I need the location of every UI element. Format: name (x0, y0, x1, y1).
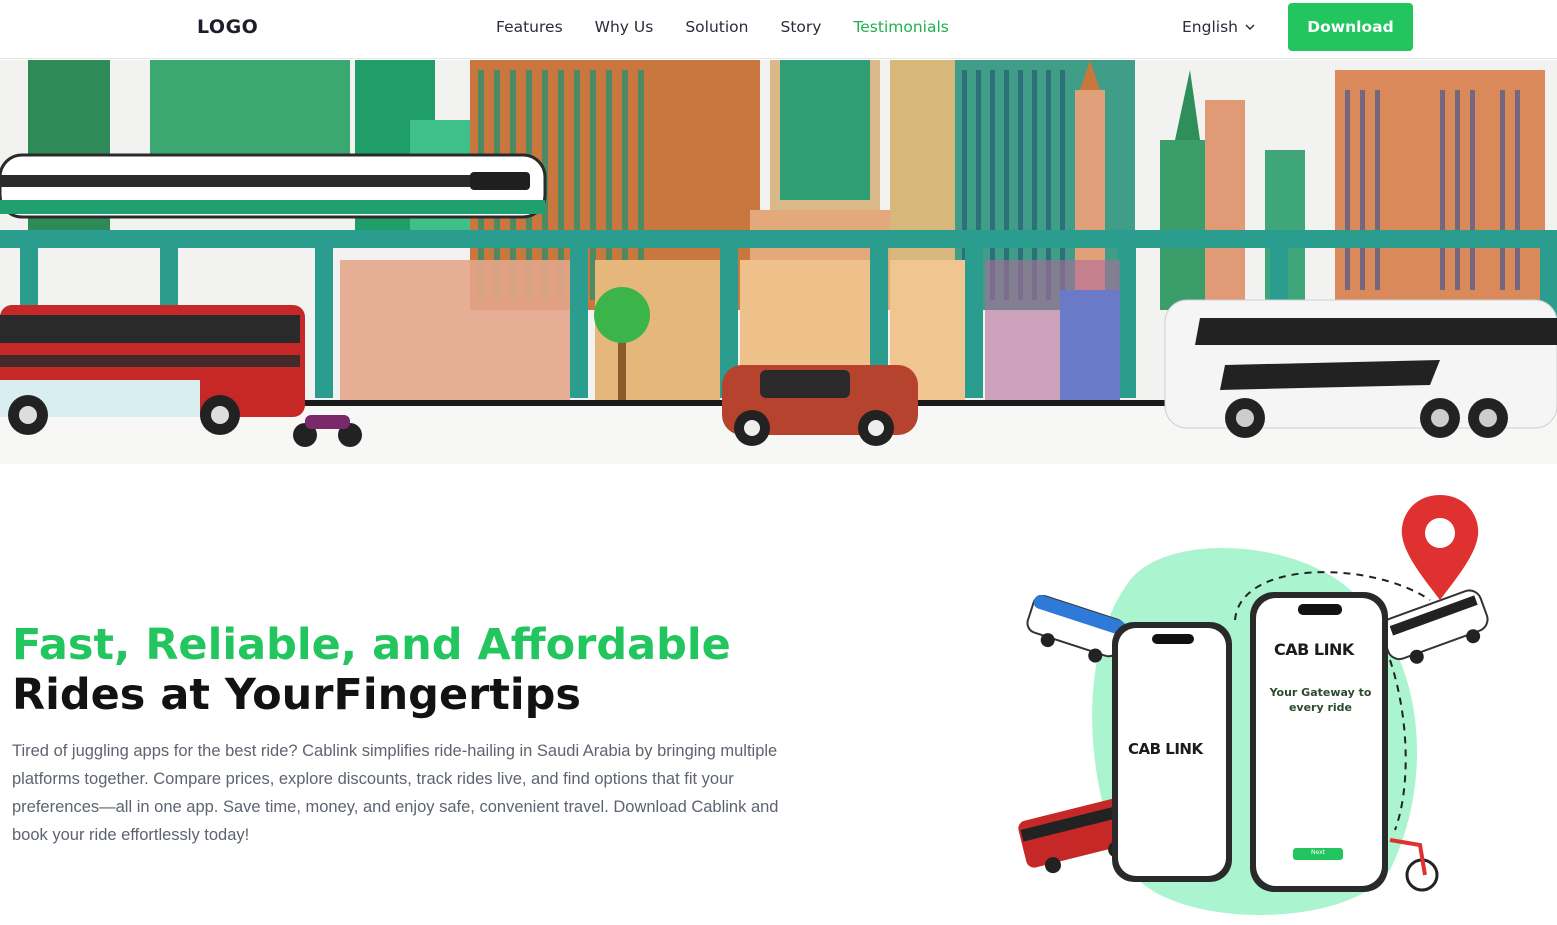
nav-link-features[interactable]: Features (496, 18, 563, 36)
hero-description: Tired of juggling apps for the best ride… (12, 742, 779, 844)
phones-graphic (1018, 495, 1489, 915)
logo[interactable]: LOGO (197, 16, 258, 38)
nav-link-testimonials[interactable]: Testimonials (853, 18, 948, 36)
hero-title-main: Rides at YourFingertips (12, 670, 581, 720)
chevron-down-icon (1245, 24, 1255, 31)
phone-left-brand: CAB LINK (1128, 740, 1203, 758)
language-label: English (1182, 18, 1238, 36)
nav-link-solution[interactable]: Solution (685, 18, 748, 36)
city-transport-banner (0, 60, 1557, 464)
top-navbar: LOGO Features Why Us Solution Story Test… (0, 0, 1557, 59)
nav-link-story[interactable]: Story (780, 18, 821, 36)
nav-link-why-us[interactable]: Why Us (595, 18, 654, 36)
language-selector[interactable]: English (1182, 18, 1256, 36)
hero-title-highlight: Fast, Reliable, and Affordable (12, 620, 731, 670)
phone-next-button: Next (1311, 849, 1325, 856)
download-button[interactable]: Download (1288, 3, 1413, 51)
phone-tagline-line1: Your Gateway to (1269, 686, 1372, 699)
phone-right-brand: CAB LINK (1274, 640, 1354, 659)
phone-tagline-line2: every ride (1288, 701, 1353, 714)
app-phones-illustration: CAB LINK CAB LINK Your Gateway to every … (1010, 490, 1500, 920)
nav-links: Features Why Us Solution Story Testimoni… (496, 18, 981, 36)
hero-title: Fast, Reliable, and Affordable Rides at … (12, 620, 731, 720)
city-illustration (0, 60, 1557, 464)
